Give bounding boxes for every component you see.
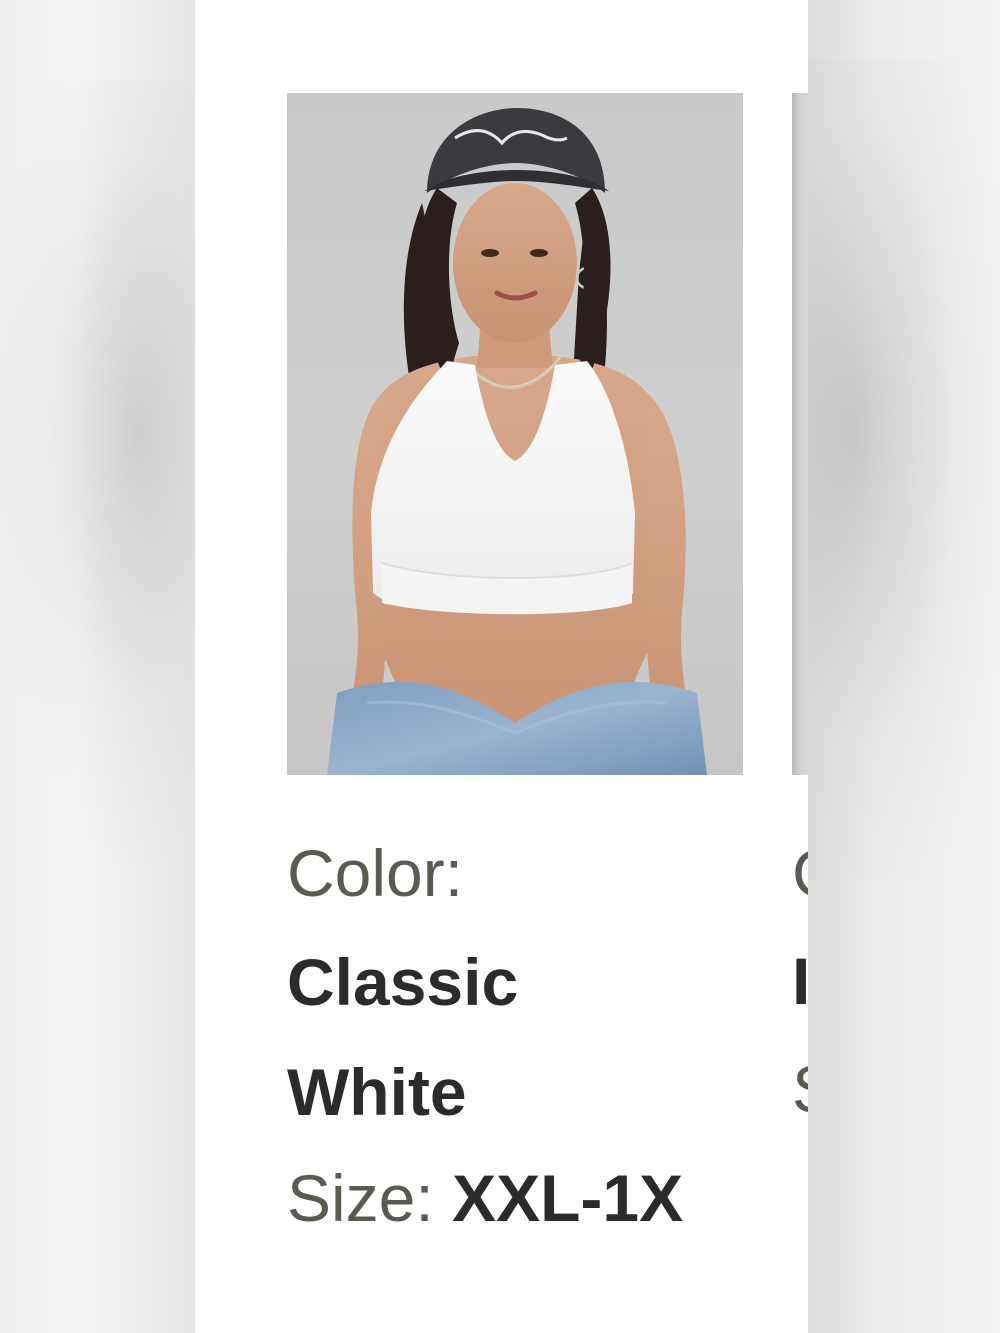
next-product-details: C I S	[792, 819, 808, 1143]
next-product-card[interactable]: C I S	[792, 93, 808, 1143]
next-color-label: C	[792, 819, 808, 927]
blurred-backdrop-right	[808, 0, 1000, 1333]
next-size-label: S	[792, 1035, 808, 1143]
product-image[interactable]	[287, 93, 743, 775]
next-color-value: I	[792, 944, 808, 1018]
size-row: Size: XXL-1X	[287, 1143, 743, 1253]
color-label: Color:	[287, 836, 464, 910]
size-value: XXL-1X	[452, 1161, 684, 1235]
app-viewport: Color: Classic White Size: XXL-1X C I S	[195, 0, 808, 1333]
color-value: Classic White	[287, 945, 519, 1129]
product-details: Color: Classic White Size: XXL-1X	[287, 819, 743, 1253]
next-product-image[interactable]	[792, 93, 808, 775]
size-label: Size:	[287, 1161, 434, 1235]
product-card[interactable]: Color: Classic White Size: XXL-1X	[287, 93, 743, 1253]
blurred-backdrop-left	[0, 0, 195, 1333]
model-photo	[327, 108, 707, 775]
